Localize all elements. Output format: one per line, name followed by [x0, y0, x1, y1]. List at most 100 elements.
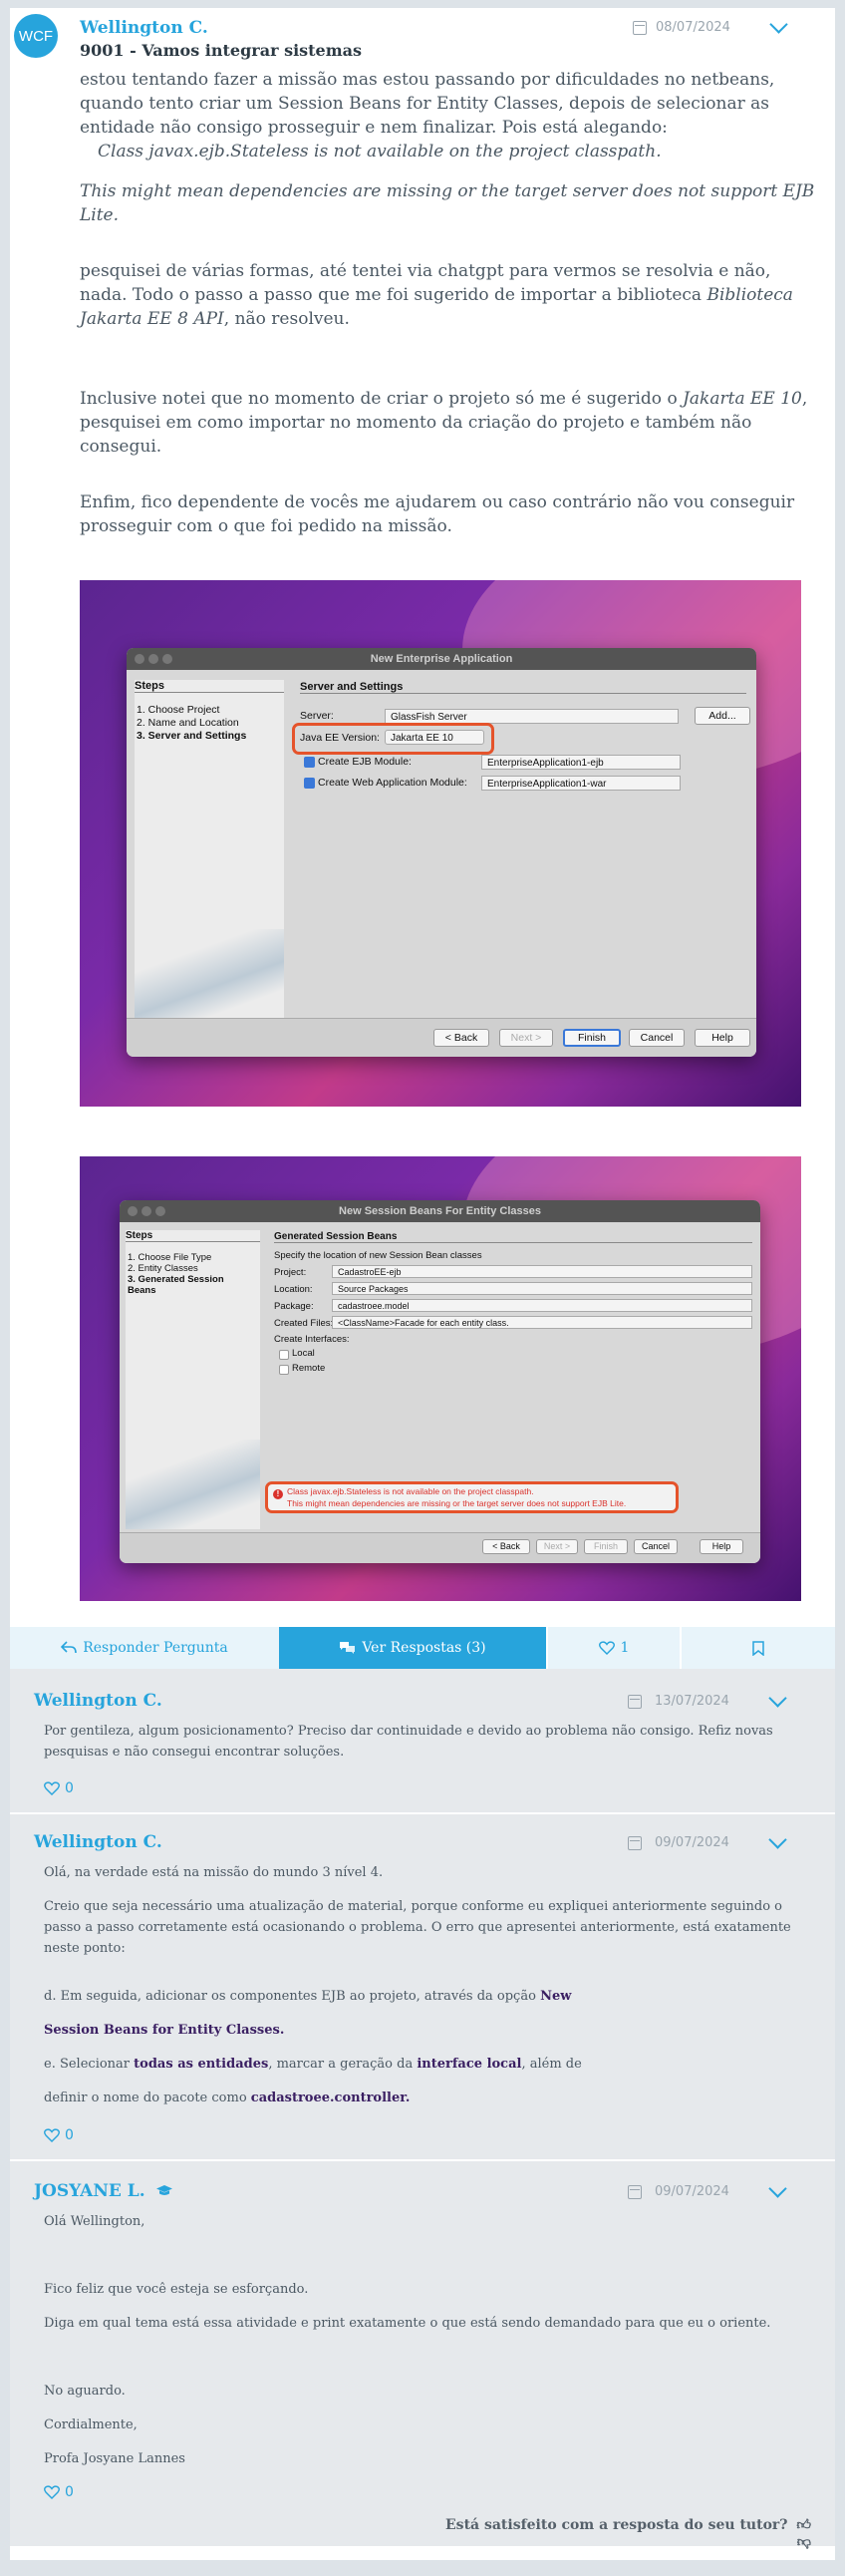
answer-author[interactable]: Wellington C.	[34, 1832, 162, 1852]
ejb-checkbox[interactable]	[304, 757, 315, 768]
tutor-answer-card: JOSYANE L. 09/07/2024 Olá Wellington, Fi…	[10, 2161, 835, 2550]
ejb-module-field[interactable]: EnterpriseApplication1-ejb	[481, 755, 681, 770]
intro-text: Specify the location of new Session Bean…	[274, 1250, 482, 1261]
thumbs-up-icon[interactable]: 👍︎	[796, 2517, 811, 2533]
answer-line: Olá Wellington,	[44, 2214, 145, 2229]
answer-like-button[interactable]: 0	[44, 2127, 74, 2143]
answer-line: definir o nome do pacote como cadastroee…	[44, 2091, 411, 2105]
thumbs-down-icon[interactable]: 👎︎	[797, 2534, 811, 2550]
location-label: Location:	[274, 1284, 313, 1295]
post-date: 08/07/2024	[656, 20, 730, 35]
finish-button[interactable]: Finish	[563, 1029, 621, 1047]
error-message-2: This might mean dependencies are missing…	[287, 1498, 627, 1508]
answer-line: Olá, na verdade está na missão do mundo …	[44, 1865, 384, 1880]
step-item: 2. Entity Classes	[128, 1263, 198, 1274]
back-button[interactable]: < Back	[482, 1539, 530, 1554]
web-label: Create Web Application Module:	[318, 777, 467, 789]
step-item: 2. Name and Location	[137, 717, 239, 729]
like-button[interactable]: 1	[548, 1627, 680, 1669]
answer-line: Creio que seja necessário uma atualizaçã…	[44, 1899, 791, 1956]
heart-icon	[44, 2128, 60, 2142]
steps-panel: Steps 1. Choose File Type 2. Entity Clas…	[126, 1230, 260, 1529]
add-server-button[interactable]: Add...	[695, 707, 750, 725]
answer-line: Diga em qual tema está essa atividade e …	[44, 2316, 771, 2331]
post-paragraph-1: estou tentando fazer a missão mas estou …	[80, 70, 775, 138]
bookmark-icon	[752, 1640, 764, 1656]
error-message-1: Class javax.ejb.Stateless is not availab…	[287, 1486, 534, 1496]
post-quote-1: Class javax.ejb.Stateless is not availab…	[98, 142, 662, 161]
server-select[interactable]: GlassFish Server	[385, 709, 679, 724]
next-button[interactable]: Next >	[536, 1539, 578, 1554]
remote-label: Remote	[292, 1363, 326, 1374]
help-button[interactable]: Help	[695, 1029, 750, 1047]
calendar-icon	[633, 21, 647, 35]
answer-like-button[interactable]: 0	[44, 1780, 74, 1796]
post-actions-bar: Responder Pergunta Ver Respostas (3) 1	[10, 1627, 835, 1669]
package-select[interactable]: cadastroee.model	[332, 1299, 752, 1312]
chevron-down-icon[interactable]	[769, 15, 788, 34]
answer-author[interactable]: Wellington C.	[34, 1691, 162, 1711]
view-answers-label: Ver Respostas (3)	[362, 1640, 486, 1656]
post-paragraph-3: Inclusive notei que no momento de criar …	[80, 389, 808, 457]
answer-like-count: 0	[65, 2484, 74, 2500]
chevron-down-icon[interactable]	[768, 2179, 787, 2198]
satisfaction-prompt: Está satisfeito com a resposta do seu tu…	[445, 2517, 811, 2550]
answer-text: Por gentileza, algum posicionamento? Pre…	[44, 1724, 773, 1760]
dialog-title: New Session Beans For Entity Classes	[120, 1200, 760, 1222]
graduation-cap-icon	[155, 2185, 172, 2195]
answer-card: Wellington C. 13/07/2024 Por gentileza, …	[10, 1669, 835, 1812]
chevron-down-icon[interactable]	[768, 1830, 787, 1849]
cancel-button[interactable]: Cancel	[634, 1539, 678, 1554]
cancel-button[interactable]: Cancel	[629, 1029, 685, 1047]
screenshot-new-session-beans: New Session Beans For Entity Classes Ste…	[80, 1156, 801, 1601]
calendar-icon	[628, 2185, 642, 2199]
avatar[interactable]: WCF	[14, 14, 58, 58]
post-quote-2: This might mean dependencies are missing…	[80, 181, 815, 225]
comments-icon	[340, 1642, 356, 1654]
view-answers-button[interactable]: Ver Respostas (3)	[279, 1627, 546, 1669]
answer-date: 09/07/2024	[655, 1835, 729, 1850]
post-topic: 9001 - Vamos integrar sistemas	[80, 41, 363, 60]
server-label: Server:	[300, 710, 334, 722]
answer-author[interactable]: JOSYANE L.	[34, 2181, 173, 2201]
steps-title: Steps	[126, 1230, 260, 1242]
reply-question-button[interactable]: Responder Pergunta	[10, 1627, 279, 1669]
reply-icon	[61, 1641, 78, 1654]
heart-icon	[44, 2485, 60, 2499]
answer-line: e. Selecionar todas as entidades, marcar…	[44, 2057, 582, 2072]
finish-button[interactable]: Finish	[584, 1539, 628, 1554]
step-item: 3. Server and Settings	[137, 730, 247, 742]
heart-icon	[44, 1781, 60, 1795]
dialog-window: New Enterprise Application Steps 1. Choo…	[127, 648, 756, 1057]
back-button[interactable]: < Back	[433, 1029, 489, 1047]
steps-panel: Steps 1. Choose Project 2. Name and Loca…	[135, 680, 284, 1019]
answer-like-count: 0	[65, 2127, 74, 2143]
panel-title: Generated Session Beans	[274, 1231, 752, 1243]
steps-title: Steps	[135, 680, 284, 693]
answer-date: 13/07/2024	[655, 1694, 729, 1709]
local-checkbox[interactable]	[279, 1350, 289, 1360]
answer-like-button[interactable]: 0	[44, 2484, 74, 2500]
next-button[interactable]: Next >	[499, 1029, 553, 1047]
web-module-field[interactable]: EnterpriseApplication1-war	[481, 776, 681, 791]
answer-line: Profa Josyane Lannes	[44, 2451, 185, 2466]
step-item: Beans	[128, 1285, 156, 1296]
forum-page: WCF Wellington C. 9001 - Vamos integrar …	[10, 8, 835, 2560]
project-field[interactable]: CadastroEE-ejb	[332, 1265, 752, 1278]
location-select[interactable]: Source Packages	[332, 1282, 752, 1295]
like-count: 1	[620, 1640, 630, 1656]
bookmark-button[interactable]	[682, 1627, 835, 1669]
web-checkbox[interactable]	[304, 778, 315, 789]
remote-checkbox[interactable]	[279, 1365, 289, 1375]
post-author[interactable]: Wellington C.	[80, 18, 208, 38]
screenshot-new-enterprise-application: New Enterprise Application Steps 1. Choo…	[80, 580, 801, 1107]
help-button[interactable]: Help	[700, 1539, 743, 1554]
answer-date: 09/07/2024	[655, 2184, 729, 2199]
post-paragraph-4: Enfim, fico dependente de vocês me ajuda…	[80, 492, 795, 536]
answer-line: Cordialmente,	[44, 2417, 138, 2432]
created-files-field: <ClassName>Facade for each entity class.	[332, 1316, 752, 1329]
highlight-box	[292, 723, 494, 755]
answer-like-count: 0	[65, 1780, 74, 1796]
chevron-down-icon[interactable]	[768, 1689, 787, 1708]
answer-line: No aguardo.	[44, 2384, 126, 2399]
